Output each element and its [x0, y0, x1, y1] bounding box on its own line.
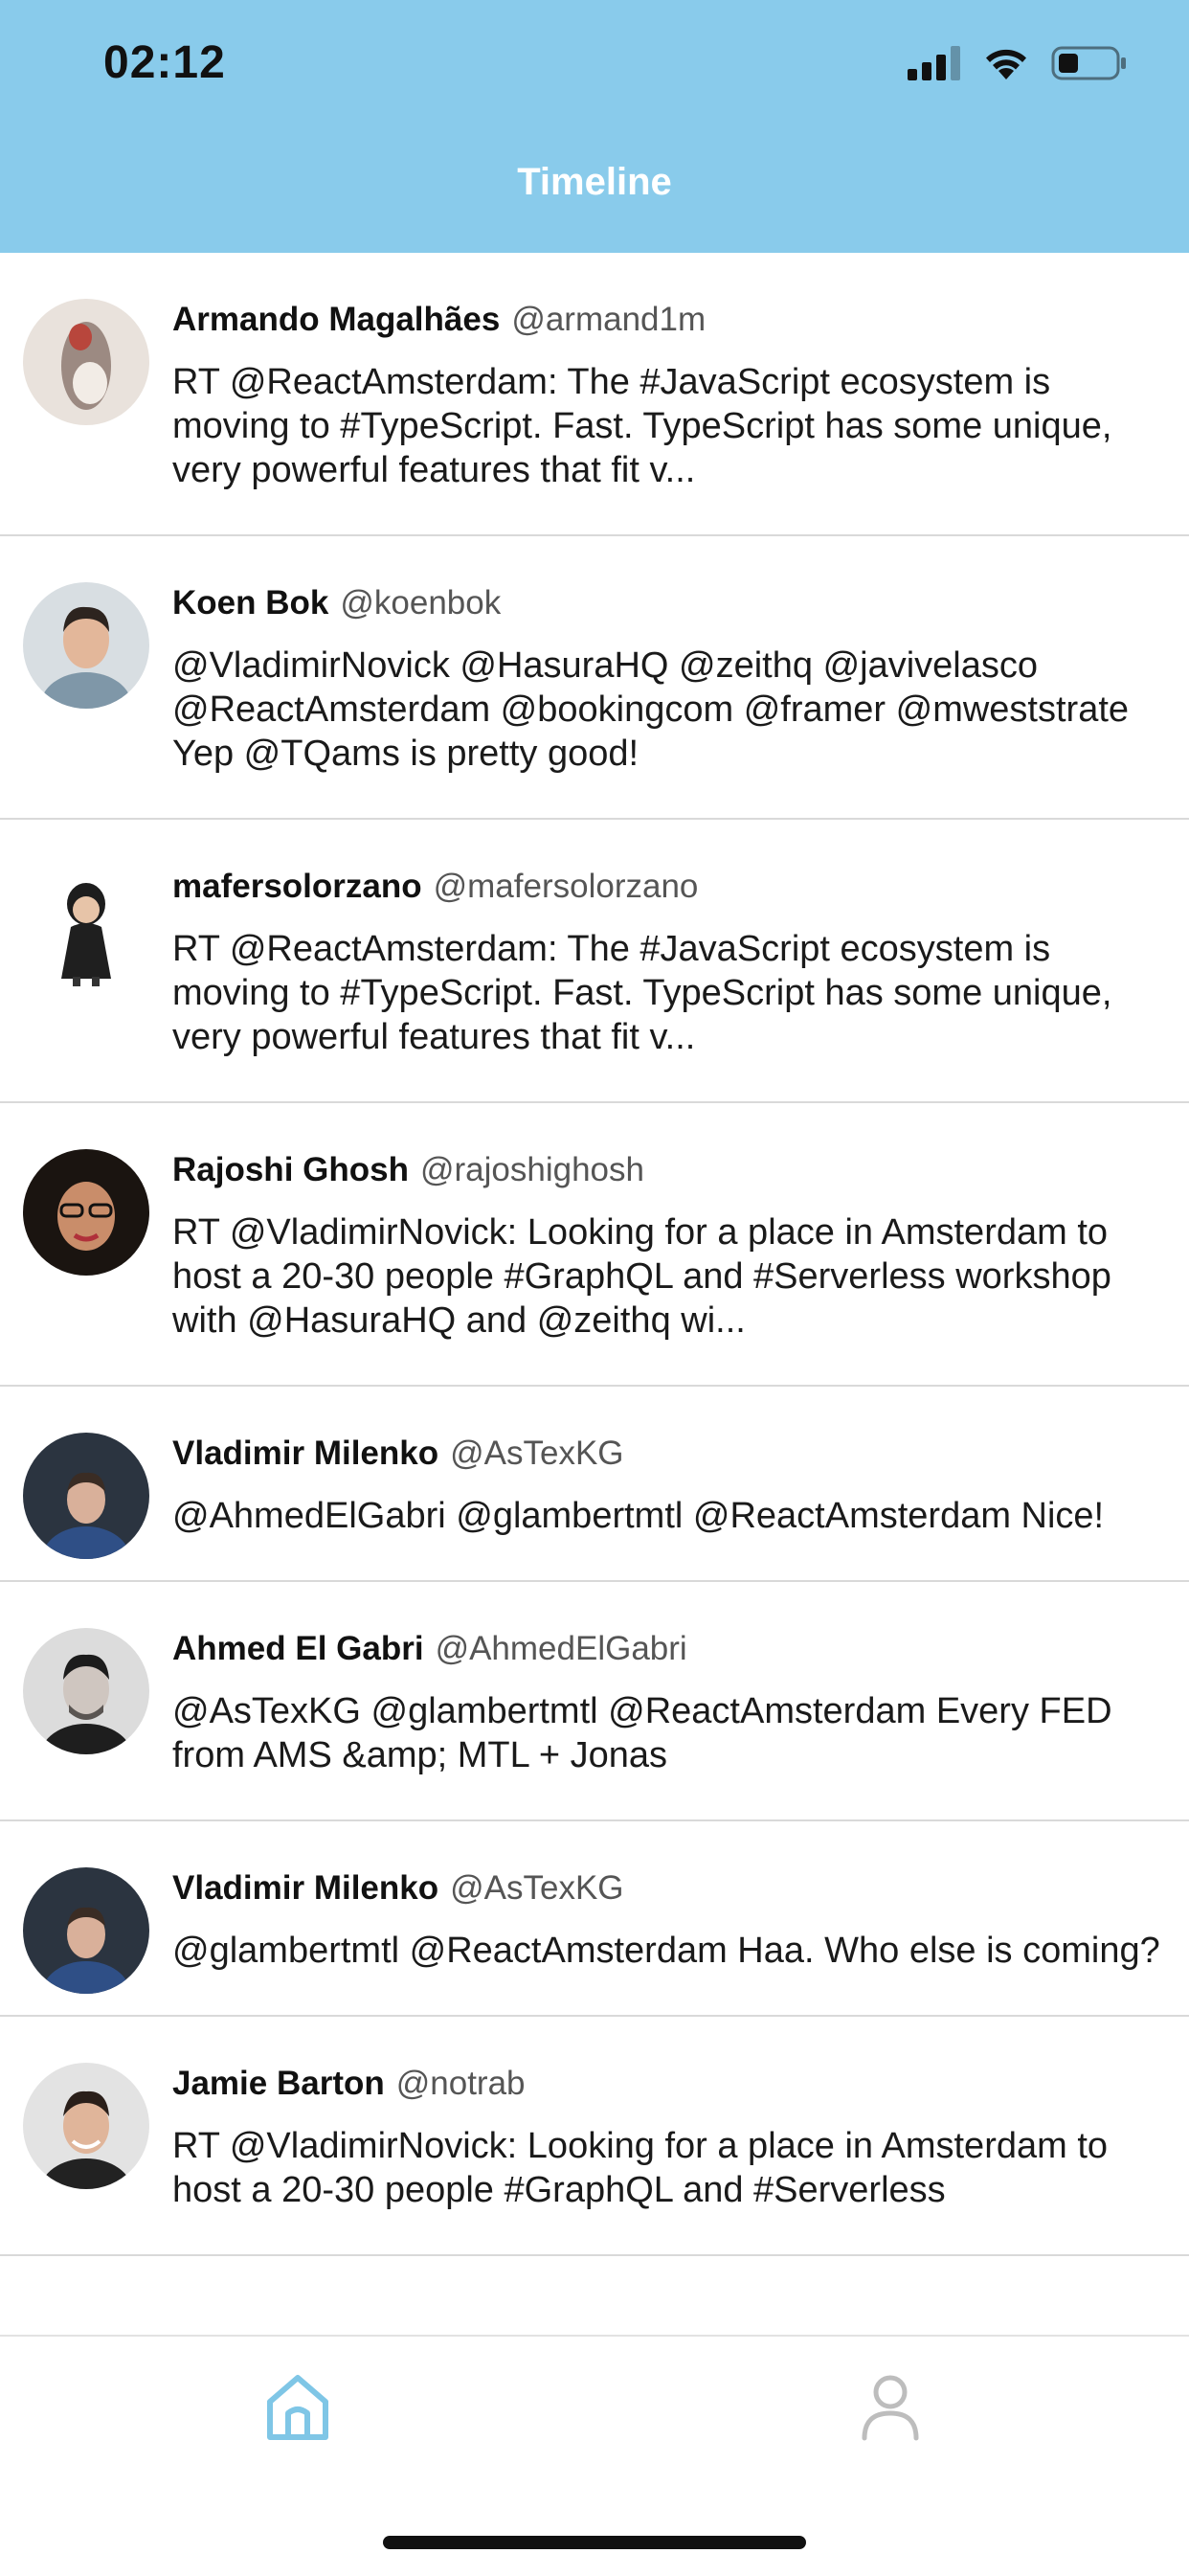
timeline-feed[interactable]: Armando Magalhães @armand1m RT @ReactAmst…	[0, 253, 1189, 2335]
tweet-author[interactable]: Ahmed El Gabri	[172, 1630, 424, 1667]
avatar	[23, 299, 149, 425]
battery-icon	[1051, 46, 1126, 80]
profile-icon	[862, 2375, 919, 2441]
tweet-handle: @AsTexKG	[450, 1435, 624, 1472]
avatar	[23, 866, 149, 992]
tweet-item[interactable]: mafersolorzano @mafersolorzano RT @ReactA…	[0, 820, 1189, 1103]
tweet-item[interactable]: Koen Bok @koenbok @VladimirNovick @Hasura…	[0, 536, 1189, 820]
avatar	[23, 582, 149, 709]
tweet-item[interactable]: Vladimir Milenko @AsTexKG @glambertmtl @R…	[0, 1821, 1189, 2017]
tweet-item[interactable]: Jamie Barton @notrab RT @VladimirNovick: …	[0, 2017, 1189, 2256]
tweet-header: Armando Magalhães @armand1m	[172, 299, 1160, 341]
avatar	[23, 1433, 149, 1559]
tweet-author[interactable]: Jamie Barton	[172, 2065, 385, 2102]
app-header: 02:12 Timeline	[0, 0, 1189, 253]
page-title: Timeline	[517, 161, 672, 203]
tweet-handle: @AsTexKG	[450, 1869, 624, 1907]
avatar	[23, 1628, 149, 1754]
tweet-handle: @AhmedElGabri	[435, 1630, 687, 1667]
tweet-author[interactable]: Armando Magalhães	[172, 301, 500, 338]
tweet-header: Jamie Barton @notrab	[172, 2063, 1160, 2105]
home-indicator	[383, 2536, 806, 2549]
tweet-author[interactable]: Vladimir Milenko	[172, 1869, 438, 1907]
avatar	[23, 1867, 149, 1994]
avatar	[23, 2063, 149, 2189]
tweet-text: RT @ReactAmsterdam: The #JavaScript ecos…	[172, 929, 1112, 1057]
tweet-header: Koen Bok @koenbok	[172, 582, 1160, 624]
wifi-icon	[986, 49, 1026, 79]
tweet-item[interactable]: Rajoshi Ghosh @rajoshighosh RT @VladimirN…	[0, 1103, 1189, 1387]
tweet-header: Vladimir Milenko @AsTexKG	[172, 1867, 1160, 1909]
tweet-author[interactable]: Rajoshi Ghosh	[172, 1151, 409, 1188]
tweet-author[interactable]: Vladimir Milenko	[172, 1435, 438, 1472]
tweet-item[interactable]: Vladimir Milenko @AsTexKG @AhmedElGabri @…	[0, 1387, 1189, 1582]
avatar	[23, 1149, 149, 1276]
tweet-author[interactable]: Koen Bok	[172, 584, 328, 621]
tab-home[interactable]	[264, 2373, 331, 2442]
tweet-handle: @armand1m	[511, 301, 707, 338]
tweet-header: mafersolorzano @mafersolorzano	[172, 866, 1160, 908]
tweet-handle: @rajoshighosh	[419, 1151, 644, 1188]
tweet-author[interactable]: mafersolorzano	[172, 868, 422, 905]
tweet-text: RT @VladimirNovick: Looking for a place …	[172, 2126, 1109, 2210]
tweet-text: RT @ReactAmsterdam: The #JavaScript ecos…	[172, 362, 1112, 490]
tweet-header: Vladimir Milenko @AsTexKG	[172, 1433, 1160, 1475]
tweet-item[interactable]: Ahmed El Gabri @AhmedElGabri @AsTexKG @gl…	[0, 1582, 1189, 1821]
home-icon	[267, 2375, 328, 2440]
cellular-signal-icon	[908, 46, 960, 80]
status-time: 02:12	[103, 37, 226, 88]
tweet-handle: @koenbok	[340, 584, 502, 621]
tab-profile[interactable]	[860, 2373, 921, 2442]
tweet-text: @VladimirNovick @HasuraHQ @zeithq @javiv…	[172, 645, 1130, 774]
tweet-text: RT @VladimirNovick: Looking for a place …	[172, 1212, 1111, 1341]
tweet-item[interactable]: Armando Magalhães @armand1m RT @ReactAmst…	[0, 253, 1189, 536]
tweet-handle: @notrab	[395, 2065, 526, 2102]
tweet-header: Ahmed El Gabri @AhmedElGabri	[172, 1628, 1160, 1670]
tweet-text: @AhmedElGabri @glambertmtl @ReactAmsterd…	[172, 1496, 1105, 1536]
tweet-text: @glambertmtl @ReactAmsterdam Haa. Who el…	[172, 1931, 1160, 1971]
tweet-handle: @mafersolorzano	[433, 868, 699, 905]
tweet-header: Rajoshi Ghosh @rajoshighosh	[172, 1149, 1160, 1191]
status-icons	[908, 42, 1128, 84]
tweet-text: @AsTexKG @glambertmtl @ReactAmsterdam Ev…	[172, 1691, 1112, 1775]
